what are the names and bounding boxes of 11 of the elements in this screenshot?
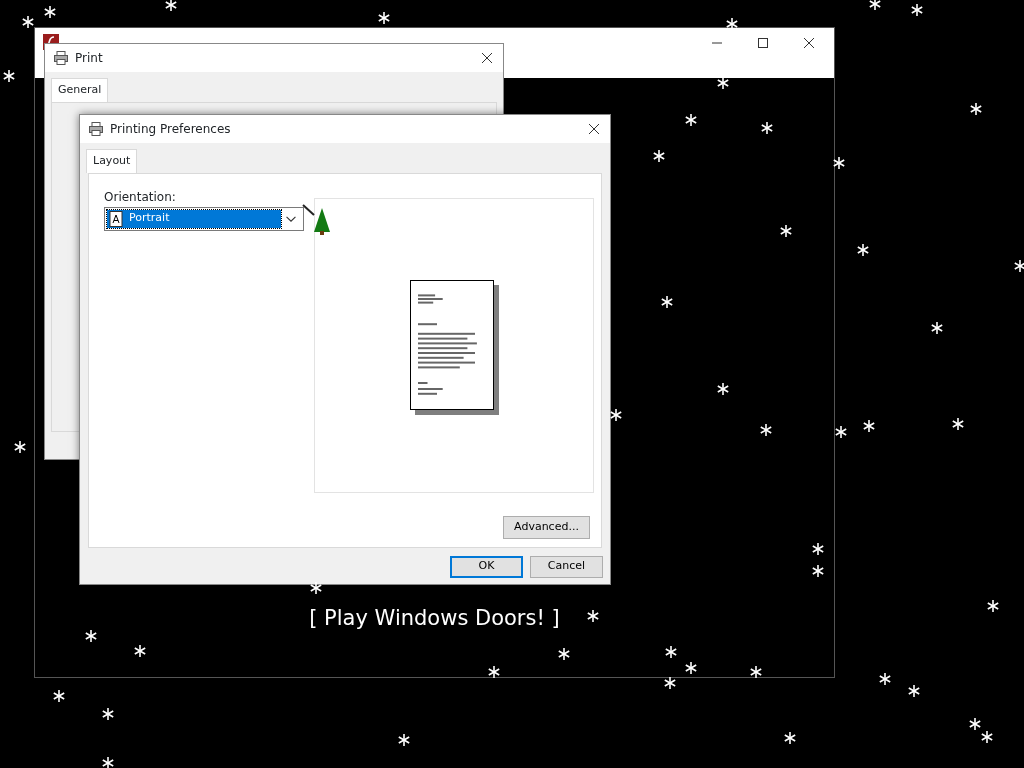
advanced-button[interactable]: Advanced...: [503, 515, 590, 539]
orientation-dropdown[interactable]: Portrait: [104, 206, 304, 231]
tab[interactable]: General: [51, 78, 109, 102]
caption-text: [ Play Windows Doors! ]: [309, 605, 560, 632]
orientation-label: Orientation:: [104, 188, 176, 206]
window-title: Printing Preferences: [110, 121, 231, 138]
window-title: Print: [75, 50, 103, 67]
dropdown-value: Portrait: [129, 210, 170, 227]
dialog-button[interactable]: OK: [450, 555, 523, 578]
dialog-button[interactable]: Cancel: [530, 555, 603, 578]
tab[interactable]: Layout: [86, 149, 138, 173]
